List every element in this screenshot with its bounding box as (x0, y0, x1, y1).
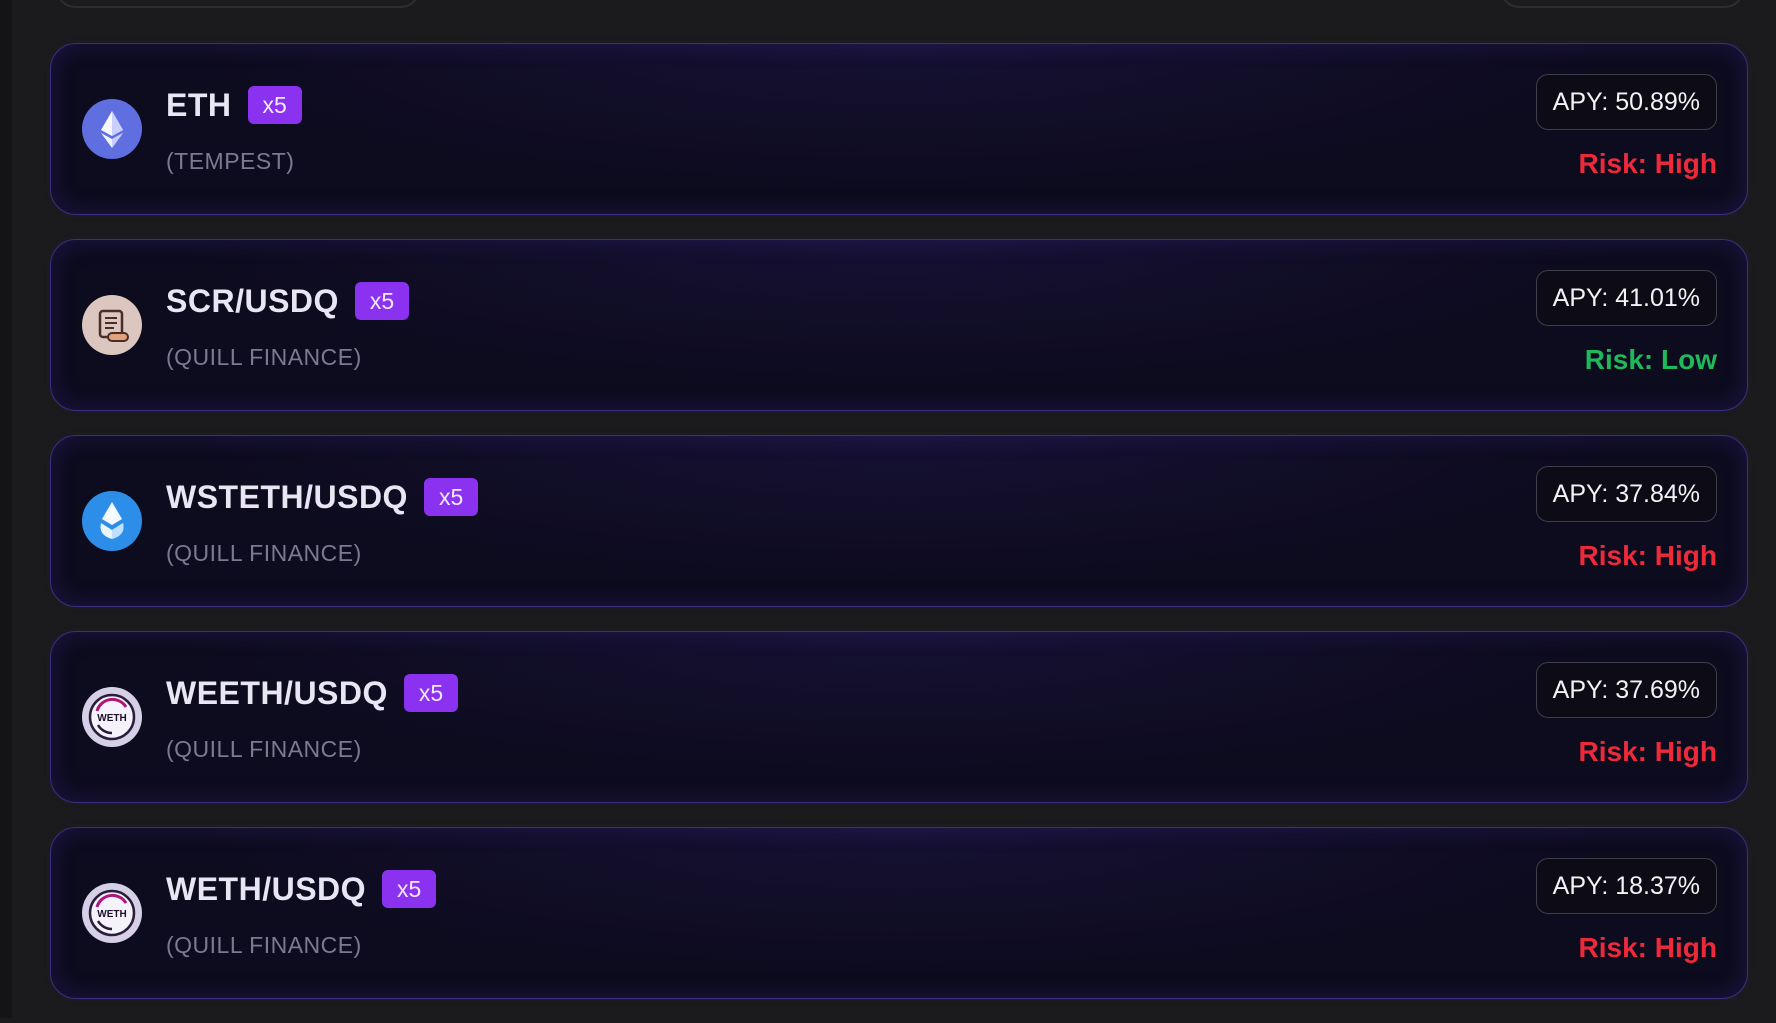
left-edge-panel (0, 0, 12, 1018)
risk-label: Risk: High (1578, 736, 1717, 767)
leverage-badge: x5 (403, 674, 459, 712)
apy-badge: APY: 50.89% (1535, 74, 1717, 130)
weth-icon: WETH (82, 883, 142, 943)
weth-logo-text: WETH (97, 713, 126, 724)
risk-label: Risk: High (1578, 540, 1717, 571)
risk-label: Risk: High (1578, 932, 1717, 963)
leverage-badge: x5 (382, 870, 437, 908)
leverage-badge: x5 (423, 478, 479, 516)
pool-card[interactable]: WETH WETH/USDQ x5 (QUILL FINANCE) APY: 1… (50, 827, 1748, 999)
protocol-label: (QUILL FINANCE) (166, 540, 362, 566)
pool-card[interactable]: WSTETH/USDQ x5 (QUILL FINANCE) APY: 37.8… (50, 435, 1748, 607)
protocol-label: (TEMPEST) (166, 148, 295, 174)
pool-list: ETH x5 (TEMPEST) APY: 50.89% Risk: High … (50, 43, 1748, 1023)
apy-badge: APY: 41.01% (1535, 270, 1717, 326)
pool-card[interactable]: SCR/USDQ x5 (QUILL FINANCE) APY: 41.01% … (50, 239, 1748, 411)
protocol-label: (QUILL FINANCE) (166, 736, 362, 762)
top-control-right[interactable] (1500, 0, 1744, 8)
scroll-icon (82, 295, 142, 355)
weth-logo-text: WETH (97, 909, 126, 920)
wsteth-icon (82, 491, 142, 551)
pool-name: WEETH/USDQ (166, 674, 388, 711)
risk-label: Risk: Low (1584, 344, 1717, 375)
pool-card[interactable]: WETH WEETH/USDQ x5 (QUILL FINANCE) APY: … (50, 631, 1748, 803)
apy-badge: APY: 37.69% (1535, 662, 1717, 718)
pool-name: WETH/USDQ (166, 870, 367, 907)
pool-name: SCR/USDQ (166, 282, 339, 319)
pool-card[interactable]: ETH x5 (TEMPEST) APY: 50.89% Risk: High (50, 43, 1748, 215)
protocol-label: (QUILL FINANCE) (166, 932, 362, 958)
pool-name: WSTETH/USDQ (166, 478, 408, 515)
ethereum-icon (82, 99, 142, 159)
pool-name: ETH (166, 86, 232, 123)
protocol-label: (QUILL FINANCE) (166, 344, 362, 370)
leverage-badge: x5 (247, 86, 302, 124)
risk-label: Risk: High (1578, 148, 1717, 179)
weeth-icon: WETH (82, 687, 142, 747)
top-control-left[interactable] (56, 0, 420, 8)
apy-badge: APY: 18.37% (1535, 858, 1717, 914)
apy-badge: APY: 37.84% (1535, 466, 1717, 522)
leverage-badge: x5 (354, 282, 410, 320)
